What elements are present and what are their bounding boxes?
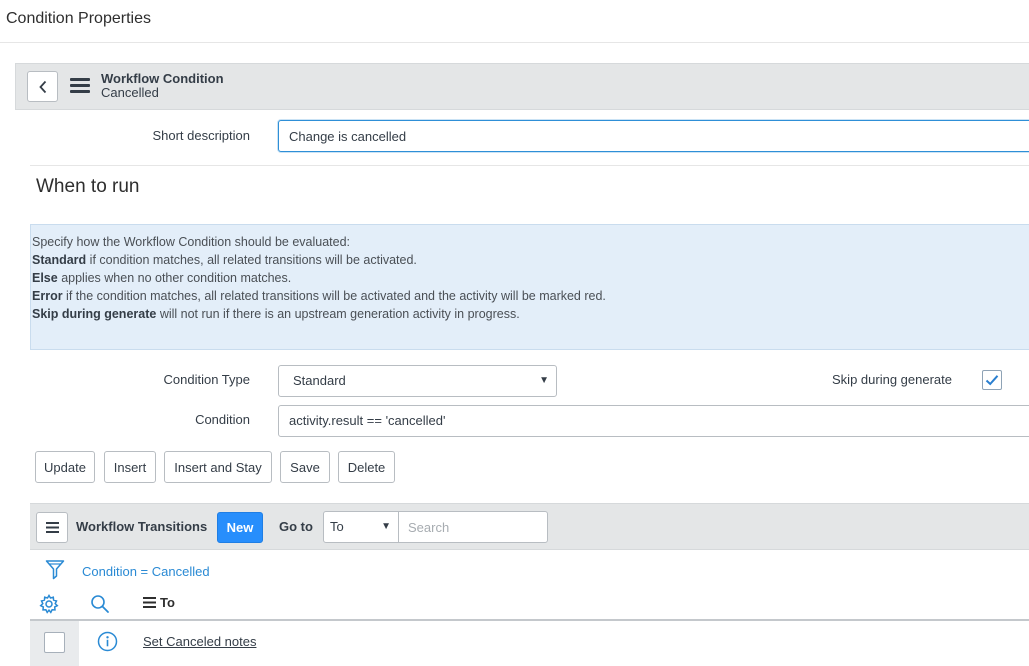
info-term: Standard — [32, 253, 87, 267]
list-menu-button[interactable] — [36, 512, 68, 543]
form-header: Workflow Condition Cancelled — [15, 63, 1029, 110]
condition-label: Condition — [195, 412, 250, 427]
info-term: Error — [32, 289, 63, 303]
info-line: Skip during generate will not run if the… — [32, 305, 1029, 323]
info-intro: Specify how the Workflow Condition shoul… — [32, 235, 351, 249]
condition-type-select[interactable]: Standard ▼ — [278, 365, 557, 397]
info-line: Error if the condition matches, all rela… — [32, 287, 1029, 305]
column-menu-icon — [143, 597, 156, 608]
header-subtitle: Cancelled — [101, 85, 159, 100]
evaluation-info-box: Specify how the Workflow Condition shoul… — [30, 224, 1029, 350]
back-icon — [38, 80, 46, 93]
save-button[interactable]: Save — [280, 451, 330, 483]
skip-during-generate-checkbox[interactable] — [982, 370, 1002, 390]
goto-field-value: To — [330, 519, 344, 534]
info-text: applies when no other condition matches. — [57, 271, 292, 285]
column-header-to[interactable]: To — [143, 595, 175, 610]
filter-icon[interactable] — [45, 559, 65, 584]
related-list-title: Workflow Transitions — [76, 519, 208, 534]
short-description-input[interactable] — [278, 120, 1029, 152]
row-select-cell — [30, 621, 79, 666]
update-button[interactable]: Update — [35, 451, 95, 483]
gear-icon[interactable] — [39, 594, 59, 617]
list-search-input[interactable] — [398, 511, 548, 543]
menu-icon — [45, 522, 59, 533]
title-divider — [0, 42, 1029, 43]
checkmark-icon — [985, 375, 999, 386]
when-to-run-heading: When to run — [36, 176, 140, 197]
section-divider — [30, 165, 1029, 166]
dropdown-caret-icon: ▼ — [539, 375, 549, 386]
info-term: Else — [32, 271, 58, 285]
delete-button[interactable]: Delete — [338, 451, 395, 483]
info-term: Skip during generate — [32, 307, 157, 321]
row-select-checkbox[interactable] — [44, 632, 65, 653]
short-description-label: Short description — [152, 128, 250, 143]
condition-type-label: Condition Type — [163, 372, 251, 387]
goto-field-select[interactable]: To ▼ — [323, 511, 399, 543]
table-row: Set Canceled notes — [30, 621, 1029, 666]
search-icon[interactable] — [90, 594, 110, 617]
condition-type-value: Standard — [293, 373, 346, 388]
insert-and-stay-button[interactable]: Insert and Stay — [164, 451, 272, 483]
page-title: Condition Properties — [6, 10, 151, 27]
info-line: Standard if condition matches, all relat… — [32, 251, 1029, 269]
info-text: if condition matches, all related transi… — [86, 253, 417, 267]
column-header-label: To — [160, 595, 175, 610]
condition-input[interactable]: activity.result == 'cancelled' — [278, 405, 1029, 437]
new-button[interactable]: New — [217, 512, 263, 543]
dropdown-caret-icon: ▼ — [381, 521, 391, 532]
related-list-header: Workflow Transitions New Go to To ▼ — [30, 503, 1029, 550]
goto-label: Go to — [279, 519, 313, 534]
info-text: if the condition matches, all related tr… — [62, 289, 606, 303]
transition-link[interactable]: Set Canceled notes — [143, 634, 256, 649]
skip-during-generate-label: Skip during generate — [832, 372, 952, 387]
info-text: will not run if there is an upstream gen… — [156, 307, 520, 321]
info-icon[interactable] — [97, 631, 118, 655]
back-button[interactable] — [27, 71, 58, 102]
insert-button[interactable]: Insert — [104, 451, 156, 483]
filter-breadcrumb[interactable]: Condition = Cancelled — [82, 564, 210, 579]
info-line: Else applies when no other condition mat… — [32, 269, 1029, 287]
form-menu-icon[interactable] — [70, 78, 90, 94]
header-title: Workflow Condition — [101, 71, 224, 86]
